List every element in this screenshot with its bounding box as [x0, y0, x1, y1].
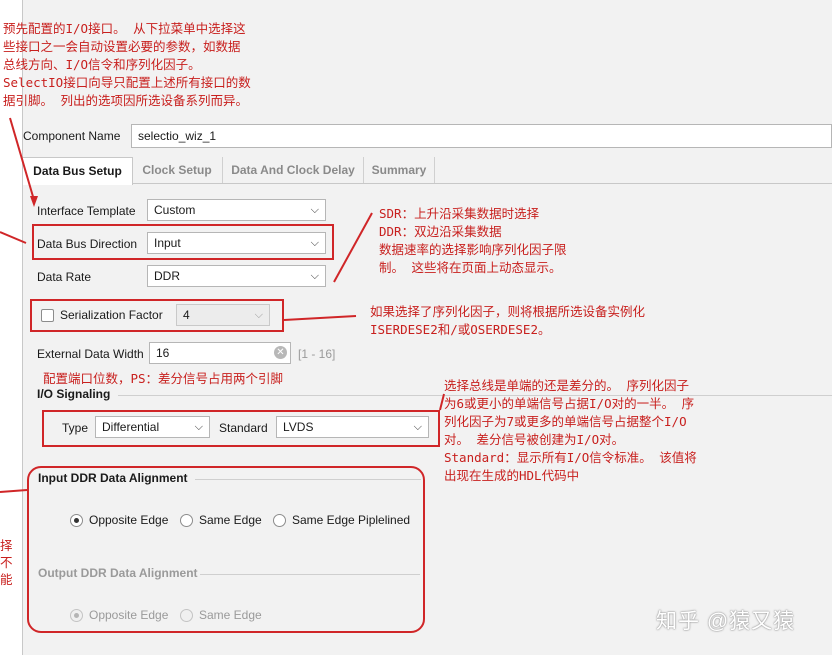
arrow-line: [333, 212, 373, 283]
arrow-line: [283, 315, 357, 321]
arrow-line: [0, 231, 27, 244]
arrow-line: [439, 393, 445, 411]
annotation-arrows: [0, 117, 445, 493]
arrow-line: [0, 489, 28, 493]
arrow-line: [9, 117, 35, 201]
arrowhead: [30, 196, 38, 207]
watermark: 知乎 @猿又猿: [656, 610, 796, 633]
